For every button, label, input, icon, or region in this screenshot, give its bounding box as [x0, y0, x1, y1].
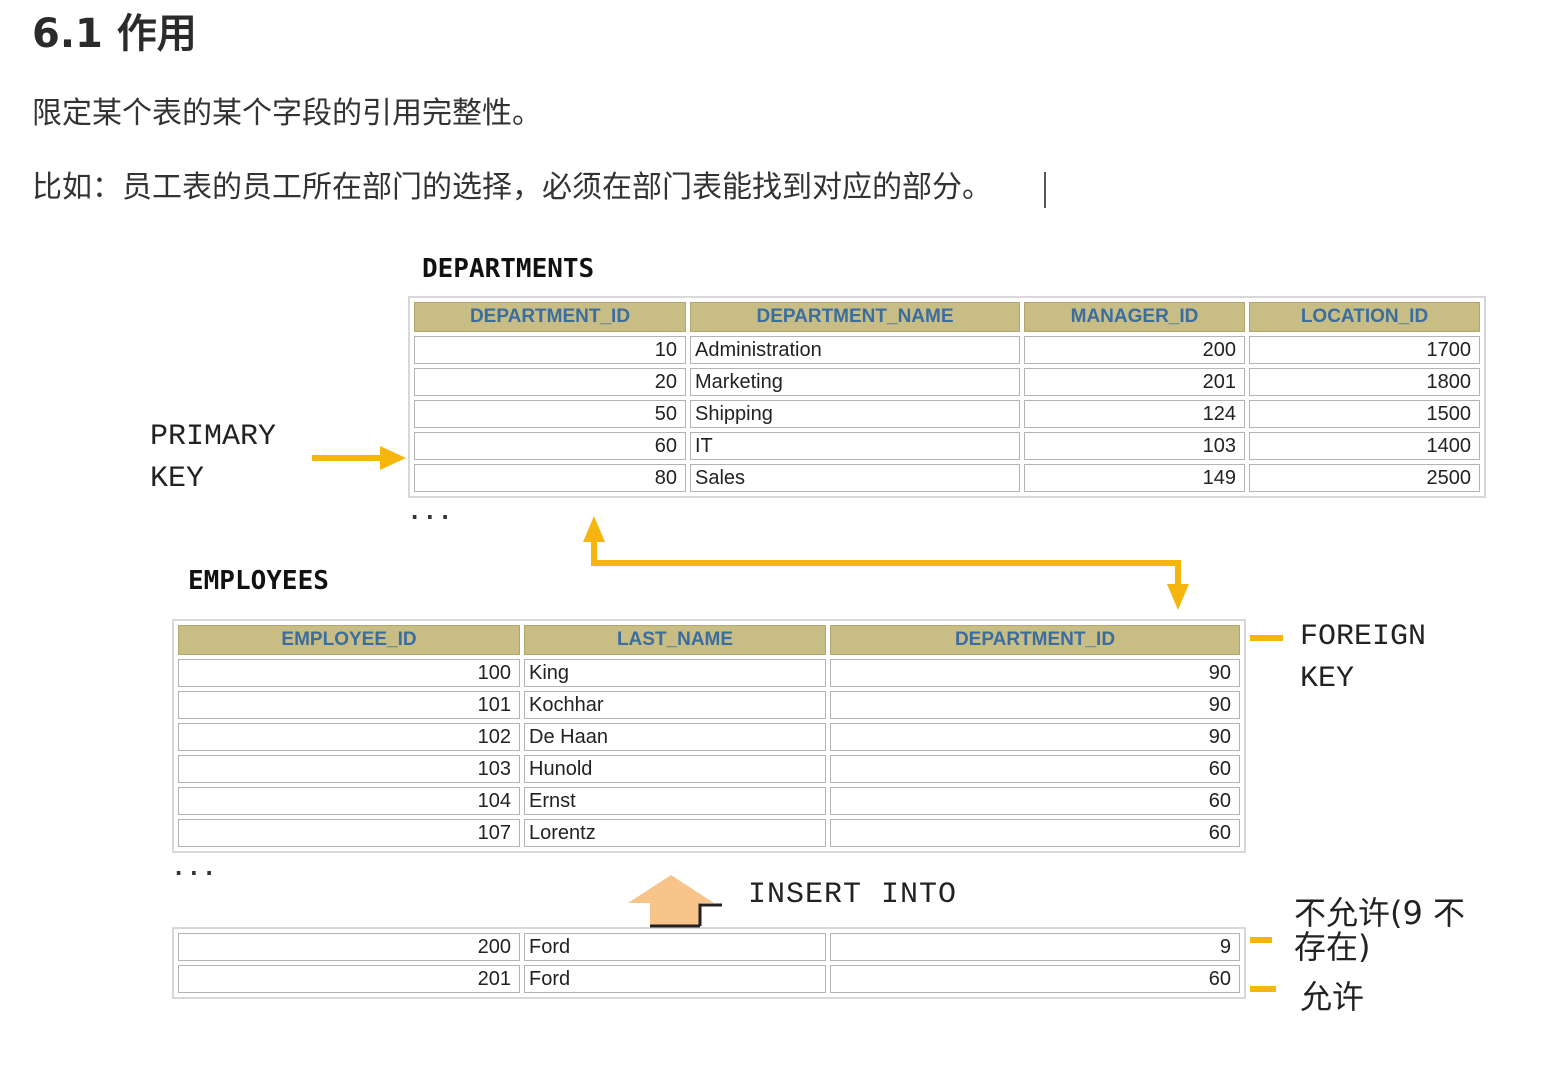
employees-column-header: LAST_NAME: [524, 625, 826, 655]
table-cell: 102: [178, 723, 520, 751]
employees-column-header: DEPARTMENT_ID: [830, 625, 1240, 655]
primary-key-label: PRIMARY KEY: [150, 420, 277, 496]
insert-rows-body: 200 Ford 9 201 Ford 60: [178, 933, 1240, 993]
table-cell: 100: [178, 659, 520, 687]
primary-key-arrow: [312, 446, 406, 470]
insert-arrow-icon: [628, 875, 722, 928]
department-row: 60 IT 103 1400: [414, 432, 1480, 460]
table-cell: King: [524, 659, 826, 687]
table-cell: 104: [178, 787, 520, 815]
insert-into-label: INSERT INTO: [748, 878, 958, 912]
table-cell: Sales: [690, 464, 1020, 492]
table-cell: 200: [1024, 336, 1245, 364]
departments-table: DEPARTMENT_ID DEPARTMENT_NAME MANAGER_ID LO…: [408, 296, 1486, 498]
section-heading: 6.1 作用: [32, 11, 197, 57]
table-cell: De Haan: [524, 723, 826, 751]
departments-column-header: LOCATION_ID: [1249, 302, 1480, 332]
table-cell: Administration: [690, 336, 1020, 364]
table-cell: Marketing: [690, 368, 1020, 396]
table-cell: 201: [1024, 368, 1245, 396]
paragraph-purpose: 限定某个表的某个字段的引用完整性。: [32, 96, 542, 131]
table-cell: 1700: [1249, 336, 1480, 364]
table-cell: 50: [414, 400, 686, 428]
table-cell: 1500: [1249, 400, 1480, 428]
insert-row: 200 Ford 9: [178, 933, 1240, 961]
employees-body: 100 King 90 101 Kochhar 90 102 De Haan 90 103 Huno…: [178, 659, 1240, 847]
employee-row: 104 Ernst 60: [178, 787, 1240, 815]
table-cell: 2500: [1249, 464, 1480, 492]
table-cell: 90: [830, 659, 1240, 687]
employee-row: 102 De Haan 90: [178, 723, 1240, 751]
note-allowed: 允许: [1300, 978, 1365, 1016]
table-cell: 107: [178, 819, 520, 847]
employees-column-header: EMPLOYEE_ID: [178, 625, 520, 655]
insert-rows-table: 200 Ford 9 201 Ford 60: [172, 927, 1246, 999]
table-cell: 200: [178, 933, 520, 961]
table-cell: Ford: [524, 933, 826, 961]
paragraph-example: 比如：员工表的员工所在部门的选择，必须在部门表能找到对应的部分。: [32, 170, 992, 205]
departments-title: DEPARTMENTS: [422, 254, 595, 284]
table-cell: Ford: [524, 965, 826, 993]
employees-table: EMPLOYEE_ID LAST_NAME DEPARTMENT_ID 100 Kin…: [172, 619, 1246, 853]
table-cell: 90: [830, 691, 1240, 719]
employee-row: 107 Lorentz 60: [178, 819, 1240, 847]
table-cell: Shipping: [690, 400, 1020, 428]
table-cell: 149: [1024, 464, 1245, 492]
departments-column-header: MANAGER_ID: [1024, 302, 1245, 332]
employees-header-row: EMPLOYEE_ID LAST_NAME DEPARTMENT_ID: [178, 625, 1240, 655]
employee-row: 101 Kochhar 90: [178, 691, 1240, 719]
table-cell: 60: [830, 755, 1240, 783]
table-cell: 103: [178, 755, 520, 783]
departments-ellipsis: ...: [408, 500, 454, 525]
employee-row: 103 Hunold 60: [178, 755, 1240, 783]
table-cell: 1800: [1249, 368, 1480, 396]
table-cell: 80: [414, 464, 686, 492]
employees-ellipsis: ...: [172, 856, 218, 881]
note-not-allowed: 不允许(9 不存在): [1294, 894, 1466, 966]
department-row: 50 Shipping 124 1500: [414, 400, 1480, 428]
departments-header-row: DEPARTMENT_ID DEPARTMENT_NAME MANAGER_ID LO…: [414, 302, 1480, 332]
table-cell: Kochhar: [524, 691, 826, 719]
departments-column-header: DEPARTMENT_ID: [414, 302, 686, 332]
table-cell: 60: [830, 965, 1240, 993]
table-cell: Lorentz: [524, 819, 826, 847]
departments-column-header: DEPARTMENT_NAME: [690, 302, 1020, 332]
reference-arrow: [583, 516, 1189, 610]
departments-body: 10 Administration 200 1700 20 Marketing 201 180…: [414, 336, 1480, 492]
foreign-key-label: FOREIGN KEY: [1300, 620, 1427, 696]
table-cell: 9: [830, 933, 1240, 961]
table-cell: Hunold: [524, 755, 826, 783]
table-cell: Ernst: [524, 787, 826, 815]
department-row: 20 Marketing 201 1800: [414, 368, 1480, 396]
table-cell: 60: [830, 787, 1240, 815]
table-cell: 1400: [1249, 432, 1480, 460]
employee-row: 100 King 90: [178, 659, 1240, 687]
text-cursor: [1044, 172, 1046, 208]
table-cell: 60: [830, 819, 1240, 847]
table-cell: 20: [414, 368, 686, 396]
table-cell: IT: [690, 432, 1020, 460]
department-row: 80 Sales 149 2500: [414, 464, 1480, 492]
table-cell: 90: [830, 723, 1240, 751]
table-cell: 10: [414, 336, 686, 364]
department-row: 10 Administration 200 1700: [414, 336, 1480, 364]
table-cell: 60: [414, 432, 686, 460]
table-cell: 201: [178, 965, 520, 993]
employees-title: EMPLOYEES: [188, 566, 329, 596]
table-cell: 103: [1024, 432, 1245, 460]
insert-row: 201 Ford 60: [178, 965, 1240, 993]
table-cell: 101: [178, 691, 520, 719]
table-cell: 124: [1024, 400, 1245, 428]
